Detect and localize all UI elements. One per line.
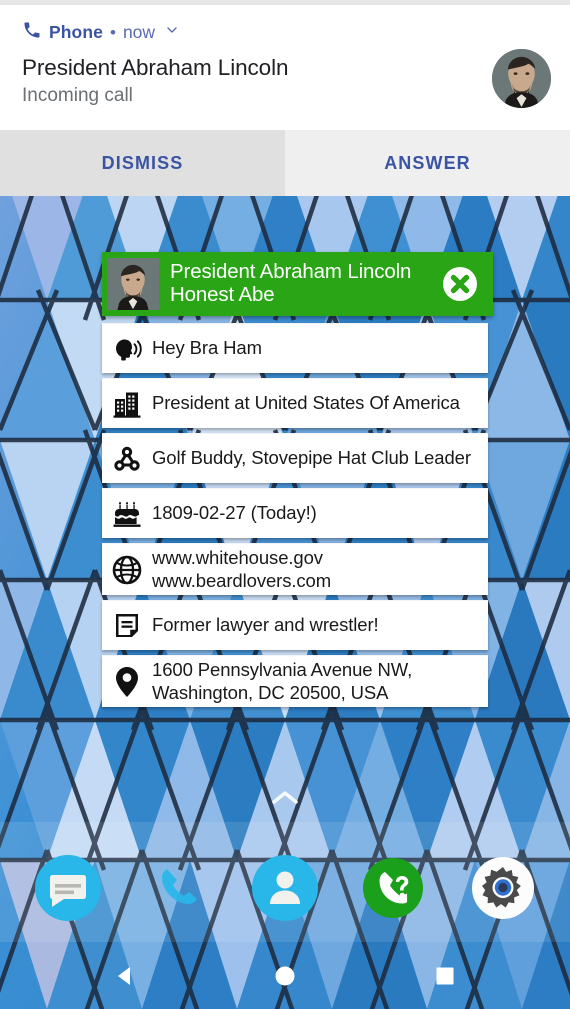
row-birthday[interactable]: 1809-02-27 (Today!) — [102, 488, 488, 538]
contact-card-titles: President Abraham Lincoln Honest Abe — [170, 260, 440, 307]
row-line2: Washington, DC 20500, USA — [152, 681, 389, 703]
back-triangle-icon[interactable] — [80, 942, 170, 1009]
contact-nickname: Honest Abe — [170, 283, 275, 306]
notification-shade: Phone • now President Abraham Lincoln In… — [0, 0, 570, 196]
contact-info-popup: President Abraham Lincoln Honest Abe Hey… — [102, 252, 493, 712]
notification-actions: DISMISS ANSWER — [0, 130, 570, 196]
birthday-cake-icon — [102, 500, 152, 528]
notification-card[interactable]: Phone • now President Abraham Lincoln In… — [0, 5, 570, 130]
row-text: 1809-02-27 (Today!) — [152, 502, 325, 525]
contact-detail-list: Hey Bra Ham President at United States O… — [102, 323, 488, 708]
row-line1: 1600 Pennsylvania Avenue NW, — [152, 659, 413, 681]
row-line1: Hey Bra Ham — [152, 337, 262, 359]
row-address[interactable]: 1600 Pennsylvania Avenue NW, Washington,… — [102, 655, 488, 708]
answer-button[interactable]: ANSWER — [285, 130, 570, 196]
close-icon[interactable] — [440, 264, 480, 304]
row-text: www.whitehouse.gov www.beardlovers.com — [152, 547, 339, 592]
dock-contacts[interactable] — [252, 855, 318, 921]
row-text: President at United States Of America — [152, 392, 468, 415]
row-websites[interactable]: www.whitehouse.gov www.beardlovers.com — [102, 543, 488, 596]
navigation-bar — [0, 942, 570, 1009]
contact-name: President Abraham Lincoln — [170, 260, 412, 284]
location-pin-icon — [102, 666, 152, 698]
contact-avatar — [107, 258, 159, 310]
notification-header: Phone • now — [22, 20, 180, 45]
chevron-up-icon[interactable] — [270, 789, 300, 812]
row-line1: 1809-02-27 (Today!) — [152, 502, 317, 524]
dock-messages[interactable] — [35, 855, 101, 921]
notification-separator: • — [109, 22, 116, 42]
phone-icon — [22, 20, 42, 45]
notification-timestamp: now — [122, 22, 156, 42]
contact-card-header: President Abraham Lincoln Honest Abe — [102, 252, 493, 316]
row-line2: www.beardlovers.com — [152, 569, 332, 591]
android-screen: Phone • now President Abraham Lincoln In… — [0, 0, 570, 1009]
row-text: Golf Buddy, Stovepipe Hat Club Leader — [152, 447, 479, 470]
row-text: 1600 Pennsylvania Avenue NW, Washington,… — [152, 659, 420, 704]
notification-subtitle: Incoming call — [22, 85, 133, 106]
building-icon — [102, 390, 152, 418]
speaking-head-icon — [102, 335, 152, 362]
home-circle-icon[interactable] — [240, 942, 330, 1009]
relationship-icon — [102, 445, 152, 473]
row-text: Hey Bra Ham — [152, 337, 270, 360]
row-note[interactable]: Former lawyer and wrestler! — [102, 600, 488, 651]
row-relationship[interactable]: Golf Buddy, Stovepipe Hat Club Leader — [102, 433, 488, 483]
dock-phone[interactable] — [145, 855, 211, 921]
row-text: Former lawyer and wrestler! — [152, 614, 387, 637]
row-organization[interactable]: President at United States Of America — [102, 378, 488, 428]
note-icon — [102, 612, 152, 640]
row-line1: Golf Buddy, Stovepipe Hat Club Leader — [152, 447, 471, 469]
chevron-down-icon[interactable] — [164, 22, 180, 43]
notification-app-name: Phone — [49, 22, 103, 42]
dismiss-button[interactable]: DISMISS — [0, 130, 285, 196]
recents-square-icon[interactable] — [400, 942, 490, 1009]
notification-title: President Abraham Lincoln — [22, 55, 289, 80]
dock-settings[interactable] — [470, 855, 536, 921]
row-line1: Former lawyer and wrestler! — [152, 614, 379, 636]
dock-caller-id[interactable] — [360, 855, 426, 921]
row-line1: www.whitehouse.gov — [152, 547, 323, 568]
notification-avatar — [492, 49, 551, 108]
globe-icon — [102, 555, 152, 585]
row-line1: President at United States Of America — [152, 392, 460, 414]
row-nickname-pronunciation[interactable]: Hey Bra Ham — [102, 323, 488, 373]
